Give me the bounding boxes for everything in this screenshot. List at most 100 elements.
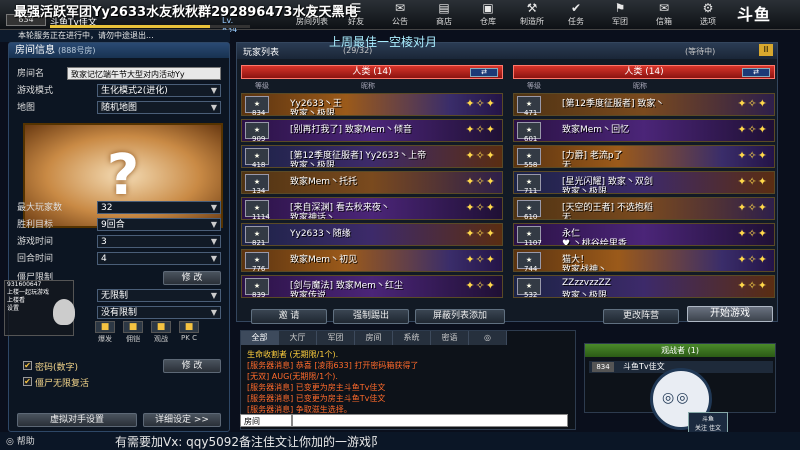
password-checkbox[interactable]: ✔ (23, 361, 32, 370)
room-option[interactable]: ■ PK C (175, 321, 203, 344)
player-slot[interactable]: ★ 744 猫大！ 致家战神丶 ✦✧✦ (513, 249, 775, 272)
fire-mode-icon: ■ (95, 321, 115, 333)
player-level: 834 (252, 109, 266, 116)
max-players-label: 最大玩家数 (17, 203, 63, 213)
player-slot[interactable]: ★ 418 [第12季度征服者] Yy2633丶上帝 致家丶极限 ✦✧✦ (241, 145, 503, 168)
nav-label: 仓库 (480, 17, 496, 26)
player-slot[interactable]: ★ 909 [别再打我了] 致家Mem丶倾音 ✦✧✦ (241, 119, 503, 142)
change-team-button[interactable]: 更改阵营 (603, 309, 679, 324)
room-option[interactable]: ■ 观战 (147, 321, 175, 344)
player-level: 418 (252, 161, 266, 168)
round-time-select[interactable]: 4 ▼ (97, 252, 221, 265)
chat-tab[interactable]: 大厅 (279, 331, 317, 345)
swap-team-icon[interactable]: ⇄ (742, 68, 770, 77)
chevron-down-icon: ▼ (210, 254, 217, 263)
player-slot[interactable]: ★ 558 [力爵] 老流p了无 ✦✧✦ (513, 145, 775, 168)
room-name-field[interactable]: 致家记忆端午节大型对内活动Yy (67, 67, 221, 80)
game-mode-label: 游戏模式 (17, 86, 54, 96)
team-b-header[interactable]: 人类 (14) ⇄ (513, 65, 775, 79)
game-time-select[interactable]: 3 ▼ (97, 235, 221, 248)
player-slot[interactable]: ★ 1107 永仁 ♥ 丶桃谷绘里香 ✦✧✦ (513, 223, 775, 246)
slot-decoration-icon: ✦✧✦ (737, 253, 768, 266)
player-guild: 无 (562, 213, 572, 220)
c4-icon: ■ (179, 321, 199, 333)
chat-tab[interactable]: 军团 (317, 331, 355, 345)
player-level: 821 (252, 239, 266, 246)
player-slot[interactable]: ★ 776 致家Mem丶初见 ✦✧✦ (241, 249, 503, 272)
chat-channel-select[interactable]: 房间 (240, 414, 292, 427)
room-option[interactable]: ■ 爆发 (91, 321, 119, 344)
max-players-select[interactable]: 32 ▼ (97, 201, 221, 214)
player-slot[interactable]: ★ 601 致家Mem丶回忆 ✦✧✦ (513, 119, 775, 142)
player-level: 1114 (252, 213, 270, 220)
player-guild: 致家丶极限 (290, 161, 336, 168)
chevron-down-icon: ▼ (210, 291, 217, 300)
swap-team-icon[interactable]: ⇄ (470, 68, 498, 77)
chat-tab[interactable]: 系统 (393, 331, 431, 345)
player-guild: 致家丶极限 (290, 109, 336, 116)
chat-input[interactable] (292, 414, 568, 427)
nav-item-army[interactable]: ⚑ 军团 (598, 0, 642, 30)
nav-item-chat[interactable]: ☰ 好友 (334, 0, 378, 30)
player-guild: 致家传说 (290, 291, 327, 298)
help-button[interactable]: ◎ 帮助 (6, 434, 35, 447)
player-guild: 致家神话丶 (290, 213, 336, 220)
modify-button-2[interactable]: 修 改 (163, 359, 221, 373)
nav-item-warehouse[interactable]: ▣ 仓库 (466, 0, 510, 30)
block-list-button[interactable]: 屏蔽列表添加 (415, 309, 505, 324)
team-a-header[interactable]: 人类 (14) ⇄ (241, 65, 503, 79)
player-slot[interactable]: ★ 134 致家Mem丶托托 ✦✧✦ (241, 171, 503, 194)
start-game-button[interactable]: 开始游戏 (687, 306, 773, 322)
limit-select-1[interactable]: 无限制 ▼ (97, 289, 221, 302)
player-level: 1107 (524, 239, 542, 246)
notice-bar: 本轮服务正在进行中，请勿中途退出... (0, 30, 230, 42)
player-slot[interactable]: ★ 711 [星光闪耀] 致家丶双剑 致家丶极限 ✦✧✦ (513, 171, 775, 194)
player-slot[interactable]: ★ 1114 [来自深渊] 看去秋来夜丶 致家神话丶 ✦✧✦ (241, 197, 503, 220)
kick-button[interactable]: 强制踢出 (333, 309, 409, 324)
invite-button[interactable]: 邀 请 (251, 309, 327, 324)
nav-item-house[interactable]: ⌂ 房间列表 (290, 0, 334, 30)
player-slot[interactable]: ★ 610 [天空的王者] 不选抱稻无 ✦✧✦ (513, 197, 775, 220)
player-slot[interactable]: ★ 532 ZZzzvzzZZ 致家丶极限 ✦✧✦ (513, 275, 775, 298)
win-target-select[interactable]: 9回合 ▼ (97, 218, 221, 231)
detail-settings-button[interactable]: 详细设定 >> (143, 413, 221, 427)
nav-item-quest[interactable]: ✔ 任务 (554, 0, 598, 30)
slot-decoration-icon: ✦✧✦ (737, 97, 768, 110)
bottom-bar: ◎ 帮助 有需要加Vx: qqy5092备注佳文让你加的一游戏阝 (0, 432, 800, 450)
player-slot[interactable]: ★ 821 Yy2633丶随缘 ✦✧✦ (241, 223, 503, 246)
help-label: 帮助 (16, 437, 35, 447)
chat-tab[interactable]: ◎ (469, 331, 507, 345)
slot-decoration-icon: ✦✧✦ (737, 149, 768, 162)
room-option-label: 佣铠 (126, 335, 140, 343)
user-exp-fill (50, 25, 210, 28)
map-select[interactable]: 随机地图 ▼ (97, 101, 221, 114)
player-slot[interactable]: ★ 471 [第12季度征服者] 致家丶 ✦✧✦ (513, 93, 775, 116)
user-exp-bar (50, 25, 250, 28)
player-slot[interactable]: ★ 839 [剑与魔法] 致家Mem丶红尘 致家传说 ✦✧✦ (241, 275, 503, 298)
nav-item-shop[interactable]: ▤ 商店 (422, 0, 466, 30)
player-name: [力爵] 老流p了 (562, 151, 623, 161)
chat-tab[interactable]: 房间 (355, 331, 393, 345)
bot-settings-button[interactable]: 虚拟对手设置 (17, 413, 137, 427)
nav-item-forge[interactable]: ⚒ 制造所 (510, 0, 554, 30)
player-level: 711 (524, 187, 538, 194)
room-option[interactable]: ■ 佣铠 (119, 321, 147, 344)
player-level: 839 (252, 291, 266, 298)
limit-select-2[interactable]: 没有限制 ▼ (97, 306, 221, 319)
game-mode-select[interactable]: 生化模式2(进化) ▼ (97, 84, 221, 97)
slot-decoration-icon: ✦✧✦ (737, 123, 768, 136)
nav-item-bullhorn[interactable]: ✉ 公告 (378, 0, 422, 30)
shop-icon: ▤ (438, 1, 450, 15)
chat-tab[interactable]: 全部 (241, 331, 279, 345)
nav-label: 房间列表 (296, 17, 328, 26)
zombie-respawn-checkbox[interactable]: ✔ (23, 377, 32, 386)
nav-item-settings[interactable]: ⚙ 选项 (686, 0, 730, 30)
top-bar: 834 斗鱼Tv佳文 Lv. 834 最强活跃军团Yy2633水友秋秋群2928… (0, 0, 800, 34)
chevron-down-icon: ▼ (210, 203, 217, 212)
modify-button-1[interactable]: 修 改 (163, 271, 221, 285)
player-slot[interactable]: ★ 834 Yy2633丶王 致家丶极限 ✦✧✦ (241, 93, 503, 116)
room-option-label: 观战 (154, 335, 168, 343)
chat-tab[interactable]: 密语 (431, 331, 469, 345)
pause-icon[interactable]: II (759, 44, 773, 56)
nav-item-mail[interactable]: ✉ 信箱 (642, 0, 686, 30)
